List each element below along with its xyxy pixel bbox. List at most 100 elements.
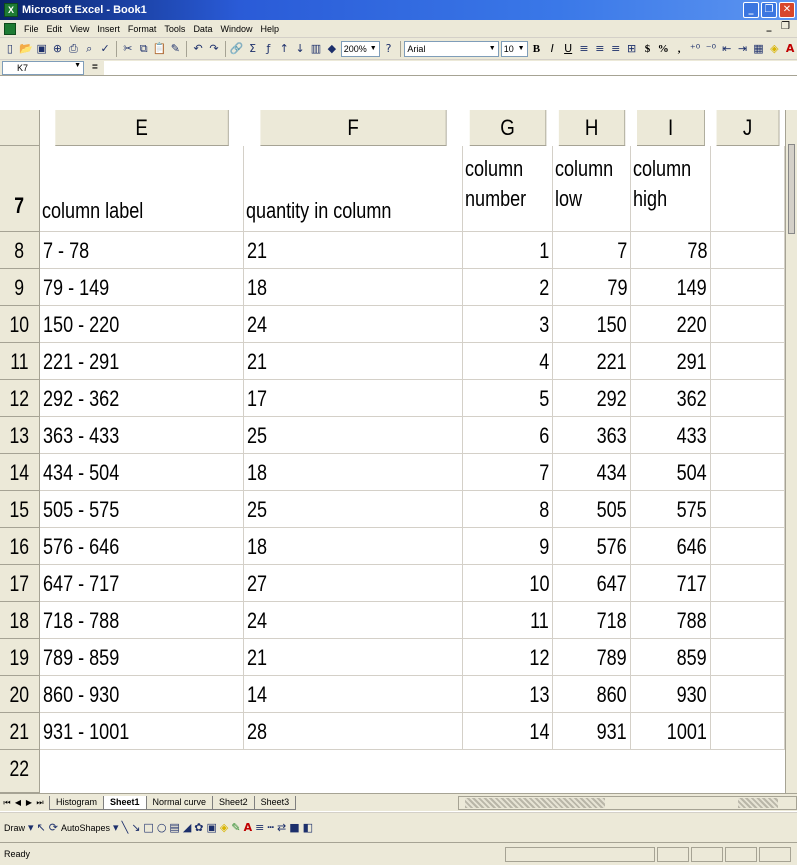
cell-quantity[interactable]: 25 [244,417,463,454]
shadow-icon[interactable]: ■ [289,821,299,834]
undo-icon[interactable]: ↶ [191,41,205,57]
cell-column-low[interactable]: 434 [553,454,631,491]
rectangle-icon[interactable]: □ [143,821,153,834]
row-header[interactable]: 13 [0,417,40,454]
row-header[interactable]: 14 [0,454,40,491]
percent-button[interactable]: % [656,41,670,57]
header-cell-column-number[interactable]: column number [463,146,553,232]
arrow-style-icon[interactable]: ⇄ [277,821,286,834]
horizontal-scroll-thumb[interactable] [465,798,605,808]
cell-column-number[interactable]: 3 [463,306,553,343]
column-header-e[interactable]: E [55,110,229,146]
cell-column-label[interactable]: 576 - 646 [40,528,244,565]
name-box[interactable]: K7 ▼ [2,60,84,75]
empty-cell[interactable] [711,602,785,639]
fill-color-icon[interactable]: ◈ [767,41,781,57]
cell-column-high[interactable]: 1001 [631,713,711,750]
cell-column-high[interactable]: 717 [631,565,711,602]
underline-icon[interactable]: U [561,41,575,57]
cell-column-low[interactable]: 576 [553,528,631,565]
cell-column-low[interactable]: 79 [553,269,631,306]
chevron-down-icon[interactable]: ▼ [74,62,81,69]
font-color-icon[interactable]: A [244,821,253,834]
cell-column-high[interactable]: 504 [631,454,711,491]
cell-column-high[interactable]: 930 [631,676,711,713]
3d-icon[interactable]: ◧ [303,821,313,834]
row-header[interactable]: 10 [0,306,40,343]
cell-quantity[interactable]: 21 [244,232,463,269]
increase-decimal-icon[interactable]: ⁺⁰ [688,41,702,57]
row-header[interactable]: 9 [0,269,40,306]
font-color-icon[interactable]: A [783,41,797,57]
cell-column-high[interactable]: 291 [631,343,711,380]
fill-color-icon[interactable]: ◈ [220,821,228,834]
row-header[interactable]: 7 [0,146,40,232]
empty-cell[interactable] [711,343,785,380]
cell-column-low[interactable]: 292 [553,380,631,417]
header-cell-quantity[interactable]: quantity in column [244,146,463,232]
draw-menu-button[interactable]: Draw [4,823,25,833]
menu-window[interactable]: Window [216,24,256,34]
decrease-decimal-icon[interactable]: ⁻⁰ [704,41,718,57]
column-header-h[interactable]: H [558,110,626,146]
row-header[interactable]: 15 [0,491,40,528]
empty-cell[interactable] [711,639,785,676]
cell-column-number[interactable]: 2 [463,269,553,306]
currency-button[interactable]: $ [641,41,655,57]
cell-column-low[interactable]: 221 [553,343,631,380]
empty-cell[interactable] [711,380,785,417]
decrease-indent-icon[interactable]: ⇤ [720,41,734,57]
picture-icon[interactable]: ▣ [207,821,217,834]
sheet-tab-sheet2[interactable]: Sheet2 [212,795,255,810]
cell-quantity[interactable]: 28 [244,713,463,750]
cell-column-number[interactable]: 14 [463,713,553,750]
last-sheet-icon[interactable]: ⏭ [35,798,45,808]
cell-column-high[interactable]: 362 [631,380,711,417]
free-rotate-icon[interactable]: ⟳ [49,821,58,834]
arrow-icon[interactable]: ↘ [131,821,140,834]
cell-column-label[interactable]: 718 - 788 [40,602,244,639]
copy-icon[interactable]: ⧉ [137,41,151,57]
cell-quantity[interactable]: 24 [244,306,463,343]
merge-center-icon[interactable]: ⊞ [625,41,639,57]
cell-column-number[interactable]: 5 [463,380,553,417]
cell-column-high[interactable]: 788 [631,602,711,639]
line-color-icon[interactable]: ✎ [231,821,240,834]
spelling-icon[interactable]: ✓ [98,41,112,57]
header-cell-column-label[interactable]: column label [40,146,244,232]
format-painter-icon[interactable]: ✎ [168,41,182,57]
row-header[interactable]: 22 [0,750,40,793]
cell-column-low[interactable]: 931 [553,713,631,750]
cell-column-high[interactable]: 859 [631,639,711,676]
prev-sheet-icon[interactable]: ◀ [13,798,23,808]
cell-column-high[interactable]: 575 [631,491,711,528]
increase-indent-icon[interactable]: ⇥ [736,41,750,57]
formula-equals-icon[interactable]: = [92,62,98,73]
sheet-tab-sheet1[interactable]: Sheet1 [103,795,147,810]
column-header-g[interactable]: G [469,110,547,146]
vertical-scroll-thumb[interactable] [788,144,795,234]
cell-column-number[interactable]: 13 [463,676,553,713]
cell-column-low[interactable]: 789 [553,639,631,676]
align-right-icon[interactable]: ≡ [609,41,623,57]
function-icon[interactable]: ƒ [261,41,275,57]
oval-icon[interactable]: ○ [157,821,167,834]
empty-cell[interactable] [711,232,785,269]
header-cell-column-high[interactable]: column high [631,146,711,232]
cut-icon[interactable]: ✂ [121,41,135,57]
cell-column-low[interactable]: 363 [553,417,631,454]
cell-column-low[interactable]: 647 [553,565,631,602]
sheet-tab-sheet3[interactable]: Sheet3 [253,795,297,810]
cell-quantity[interactable]: 18 [244,454,463,491]
horizontal-scrollbar[interactable] [458,796,797,810]
select-all-corner[interactable] [0,110,40,146]
row-header[interactable]: 21 [0,713,40,750]
cell-column-high[interactable]: 220 [631,306,711,343]
row-header[interactable]: 20 [0,676,40,713]
menu-tools[interactable]: Tools [160,24,189,34]
line-icon[interactable]: ╲ [122,821,129,834]
sheet-tab-histogram[interactable]: Histogram [49,795,105,810]
workbook-controls[interactable]: _ ❐ [767,21,793,32]
wordart-icon[interactable]: ◢ [183,821,191,834]
empty-cell[interactable] [711,491,785,528]
